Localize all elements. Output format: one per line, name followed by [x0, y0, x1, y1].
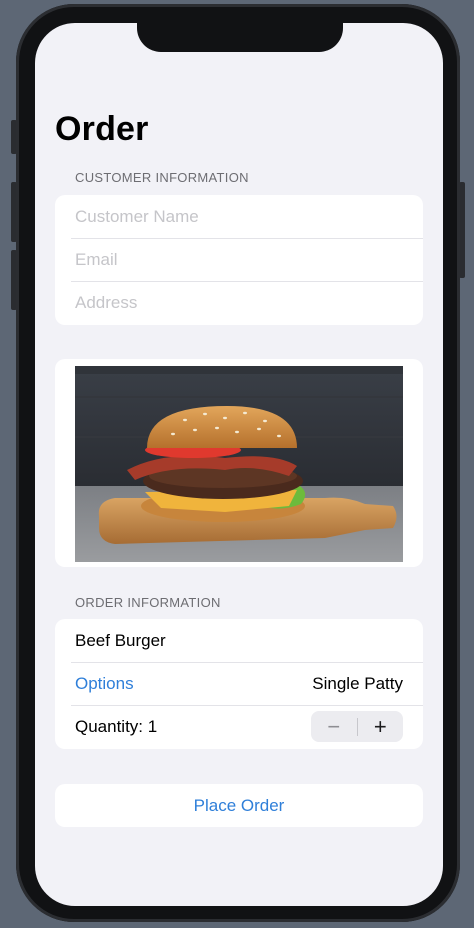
place-order-label: Place Order — [193, 795, 285, 815]
options-link[interactable]: Options — [75, 674, 134, 694]
plus-icon: + — [373, 713, 387, 739]
quantity-stepper[interactable]: − + — [311, 711, 403, 742]
decrement-button[interactable]: − — [311, 711, 357, 742]
email-input[interactable] — [75, 249, 403, 270]
item-row: Beef Burger — [55, 619, 423, 662]
order-info-card: Beef Burger Options Single Patty Quantit… — [55, 619, 423, 749]
options-row[interactable]: Options Single Patty — [55, 662, 423, 705]
burger-image — [75, 366, 403, 562]
options-value: Single Patty — [312, 673, 403, 693]
customer-name-input[interactable] — [75, 206, 403, 227]
page-title: Order — [55, 110, 149, 148]
quantity-row: Quantity: 1 − + — [55, 705, 423, 748]
customer-info-card — [55, 195, 423, 325]
increment-button[interactable]: + — [358, 711, 404, 742]
address-row — [55, 281, 423, 324]
item-name: Beef Burger — [75, 630, 166, 650]
customer-section-header: CUSTOMER INFORMATION — [75, 170, 249, 185]
product-image-card — [55, 359, 423, 567]
quantity-label: Quantity: 1 — [75, 716, 158, 736]
email-row — [55, 238, 423, 281]
burger-photo-icon — [75, 366, 403, 562]
order-section-header: ORDER INFORMATION — [75, 595, 221, 610]
notch — [137, 18, 343, 52]
customer-name-row — [55, 195, 423, 238]
minus-icon: − — [327, 713, 341, 739]
place-order-button[interactable]: Place Order — [55, 784, 423, 827]
address-input[interactable] — [75, 292, 403, 313]
